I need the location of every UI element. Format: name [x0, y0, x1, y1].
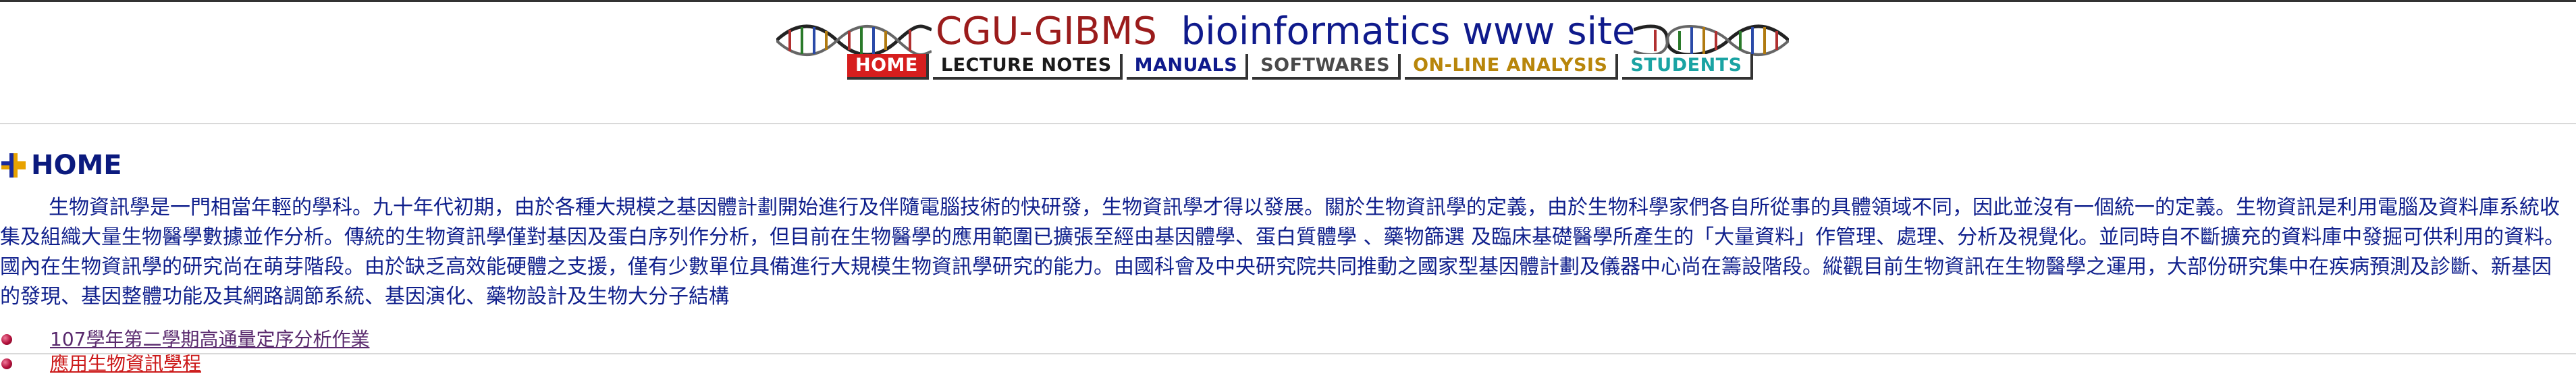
top-border [0, 0, 2576, 2]
link-hts-homework[interactable]: 107學年第二學期高通量定序分析作業 [50, 327, 369, 352]
list-divider [0, 353, 2576, 354]
section-divider [0, 123, 2576, 124]
main-nav: HOME LECTURE NOTES MANUALS SOFTWARES ON-… [847, 53, 1753, 80]
bullet-icon [1, 334, 12, 345]
nav-online-analysis[interactable]: ON-LINE ANALYSIS [1405, 54, 1619, 80]
plus-cross-icon [0, 152, 27, 179]
link-list: 107學年第二學期高通量定序分析作業 應用生物資訊學程 [0, 327, 2576, 376]
nav-home[interactable]: HOME [847, 54, 929, 80]
site-header: CGU-GIBMS bioinformatics www site HOME L… [776, 5, 1802, 80]
home-intro-paragraph: 生物資訊學是一門相當年輕的學科。九十年代初期，由於各種大規模之基因體計劃開始進行… [0, 196, 2565, 308]
nav-softwares[interactable]: SOFTWARES [1252, 54, 1401, 80]
nav-manuals[interactable]: MANUALS [1126, 54, 1249, 80]
home-heading: HOME [0, 149, 122, 182]
nav-students[interactable]: STUDENTS [1622, 54, 1753, 80]
site-title: CGU-GIBMS bioinformatics www site [936, 8, 1635, 55]
nav-lecture-notes[interactable]: LECTURE NOTES [932, 54, 1123, 80]
page-title: HOME [31, 150, 122, 181]
list-item: 107學年第二學期高通量定序分析作業 [0, 327, 2576, 352]
bullet-icon [1, 358, 12, 369]
site-title-acronym: CGU-GIBMS [936, 9, 1157, 53]
site-title-subtitle: bioinformatics www site [1181, 9, 1636, 53]
